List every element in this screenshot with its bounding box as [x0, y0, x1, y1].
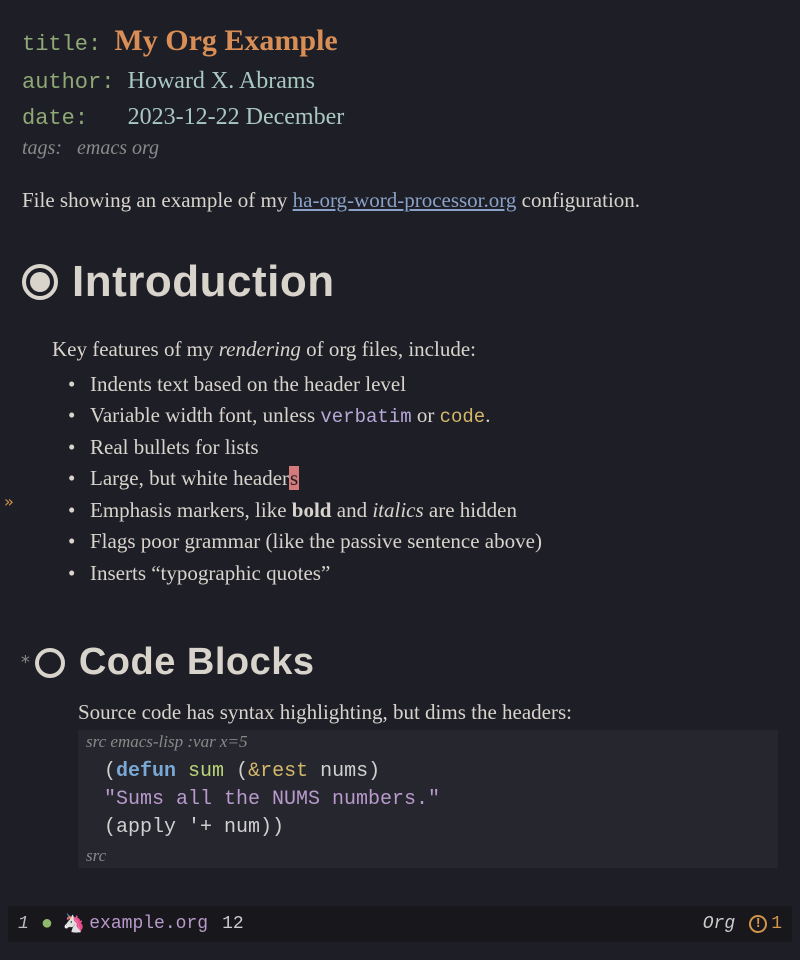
- flycheck-warning[interactable]: ! 1: [749, 914, 782, 934]
- section-code-blocks-body: Source code has syntax highlighting, but…: [78, 698, 778, 867]
- warning-icon: !: [749, 915, 767, 933]
- heading-introduction[interactable]: Introduction: [22, 257, 778, 307]
- document-title: My Org Example: [114, 24, 337, 57]
- meta-tags-line: tags: emacs org: [22, 137, 778, 160]
- code-line: (apply '+ num)): [104, 814, 770, 842]
- intro-paragraph: Key features of my rendering of org file…: [52, 335, 778, 364]
- heading-code-blocks-line[interactable]: * Code Blocks: [20, 641, 778, 684]
- document-date: 2023-12-22 December: [128, 104, 345, 130]
- section-introduction-body: Key features of my rendering of org file…: [52, 335, 778, 589]
- line-number: 12: [222, 914, 244, 934]
- list-item: Large, but white headers: [68, 463, 778, 495]
- meta-author-line: author: Howard X. Abrams: [22, 63, 778, 99]
- verbatim-text: verbatim: [320, 406, 411, 428]
- code-text: code: [440, 406, 486, 428]
- config-link[interactable]: ha-org-word-processor.org: [293, 188, 517, 212]
- heading-bullet-icon: [22, 264, 58, 300]
- heading-star: *: [20, 652, 31, 673]
- heading-bullet-open-icon: [35, 648, 65, 678]
- src-block-footer: src: [78, 846, 778, 868]
- warning-count: 1: [771, 914, 782, 934]
- list-item: Inserts “typographic quotes”: [68, 558, 778, 590]
- mode-icon: 🦄: [63, 913, 85, 935]
- feature-list: Indents text based on the header level V…: [68, 369, 778, 590]
- src-block-header: src emacs-lisp :var x=5: [78, 730, 778, 754]
- file-description: File showing an example of my ha-org-wor…: [22, 186, 778, 215]
- meta-key-date: date: [22, 106, 75, 131]
- list-item: Variable width font, unless verbatim or …: [68, 400, 778, 432]
- meta-key-title: title: [22, 32, 88, 57]
- code-line: "Sums all the NUMS numbers.": [104, 786, 770, 814]
- meta-title-line: title: My Org Example: [22, 18, 778, 63]
- major-mode[interactable]: Org: [703, 914, 735, 934]
- meta-date-line: date: 2023-12-22 December: [22, 99, 778, 135]
- meta-key-author: author: [22, 70, 101, 95]
- mode-line[interactable]: 1 ● 🦄 example.org 12 Org ! 1: [8, 906, 792, 942]
- buffer-name[interactable]: example.org: [89, 914, 208, 934]
- modified-indicator-icon: ●: [41, 913, 53, 936]
- code-line: (defun sum (&rest nums): [104, 758, 770, 786]
- text-cursor: s: [289, 466, 299, 490]
- document-tags: emacs org: [77, 137, 159, 159]
- window-number: 1: [18, 914, 29, 934]
- code-blocks-paragraph: Source code has syntax highlighting, but…: [78, 698, 778, 727]
- heading-code-blocks: Code Blocks: [35, 641, 315, 684]
- list-item: Flags poor grammar (like the passive sen…: [68, 526, 778, 558]
- source-code-block[interactable]: (defun sum (&rest nums) "Sums all the NU…: [78, 754, 778, 846]
- list-item: Indents text based on the header level: [68, 369, 778, 401]
- fringe-indicator-icon: »: [4, 492, 14, 511]
- list-item: Real bullets for lists: [68, 432, 778, 464]
- editor-buffer[interactable]: title: My Org Example author: Howard X. …: [0, 0, 800, 868]
- meta-key-tags: tags:: [22, 137, 62, 159]
- list-item: Emphasis markers, like bold and italics …: [68, 495, 778, 527]
- document-author: Howard X. Abrams: [128, 68, 315, 94]
